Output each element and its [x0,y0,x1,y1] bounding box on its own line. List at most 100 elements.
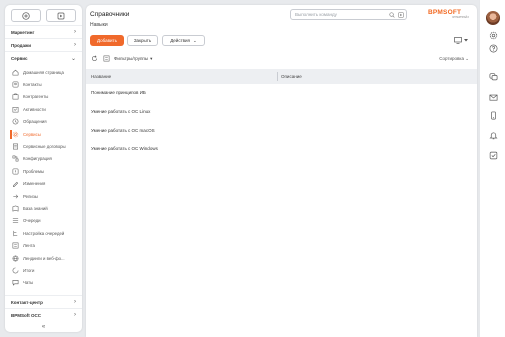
case-icon [11,118,19,126]
sidebar-item-contacts[interactable]: Контакты [5,78,82,90]
sidebar-item-activities[interactable]: Активности [5,103,82,115]
caret-down-icon: ▾ [150,55,153,61]
sidebar-item-landings[interactable]: Лендинги и веб-фо... [5,252,82,264]
sidebar-item-label: Изменения [23,181,46,187]
collapse-sidebar-icon[interactable]: « [5,324,82,330]
sidebar-item-label: Домашняя страница [23,69,64,75]
help-icon[interactable] [488,43,498,53]
config-icon [11,155,19,163]
sidebar-item-knowledge-base[interactable]: База знаний [5,202,82,214]
sidebar-item-releases[interactable]: Релизы [5,190,82,202]
knowledge-icon [11,204,19,212]
sidebar-item-label: Релизы [23,193,38,199]
notification-bell-icon[interactable] [488,130,498,140]
chat-icon [11,279,19,287]
column-header-name[interactable]: Название [91,74,111,79]
sidebar-group-label: Контакт-центр [11,299,43,305]
refresh-icon[interactable] [90,55,98,63]
list-toolbar: Фильтры/группы ▾ Сортировка ⌄ [90,53,473,64]
communication-icon[interactable] [488,71,498,81]
chevron-down-icon: ⌄ [70,55,76,62]
logo-edition: ЭНТЕРПРАЙЗ [452,16,469,19]
search-icon[interactable] [388,11,395,18]
table-row[interactable]: Умение работать с ОС Linux [91,109,150,114]
sidebar-item-services[interactable]: Сервисы [5,128,82,140]
sidebar-item-dashboards[interactable]: Итоги [5,264,82,276]
sidebar-group-label: Сервис [11,55,28,61]
sidebar-item-label: Конфигурация [23,156,52,162]
contract-icon [11,143,19,151]
right-rail [479,0,505,337]
monitor-icon [454,37,462,44]
avatar[interactable] [486,11,500,25]
phone-icon[interactable] [488,110,498,120]
actions-dropdown[interactable]: Действия ⌄ [162,35,205,46]
sidebar-item-label: Сервисы [23,131,41,137]
chevron-down-icon: ⌄ [465,55,469,61]
sidebar-group-contact-center[interactable]: Контакт-центр › [5,295,82,308]
close-button[interactable]: Закрыть [127,35,158,46]
sorting-button[interactable]: Сортировка ⌄ [439,56,469,62]
sidebar-item-label: Лендинги и веб-фо... [23,255,65,261]
sidebar-item-accounts[interactable]: Контрагенты [5,91,82,103]
sidebar-top-buttons [5,5,82,25]
sidebar-group-label: Продажи [11,42,31,48]
gear-icon[interactable] [488,30,498,40]
sidebar-group-sales[interactable]: Продажи › [5,38,82,51]
table-header: Название Описание [86,69,477,84]
run-command-icon[interactable] [397,11,404,18]
problem-icon [11,167,19,175]
add-button-icon[interactable] [11,9,42,22]
main-panel: Справочники Навыки Выполнить команду BPM… [86,5,477,337]
column-header-description[interactable]: Описание [281,74,302,79]
sidebar-group-service[interactable]: Сервис ⌄ [5,51,82,64]
chevron-right-icon: › [74,312,76,318]
sidebar-item-label: Обращения [23,119,47,125]
email-icon[interactable] [488,92,498,102]
add-button[interactable]: Добавить [90,35,124,46]
run-process-icon[interactable] [45,9,76,22]
chevron-right-icon: › [74,299,76,305]
activity-icon [11,105,19,113]
view-options-button[interactable] [452,35,470,46]
sidebar-item-label: Очереди [23,218,41,224]
sidebar: Маркетинг › Продажи › Сервис ⌄ Домашняя стр… [5,5,82,332]
sidebar-item-queues[interactable]: Очереди [5,215,82,227]
sidebar-item-queue-settings[interactable]: Настройка очередей [5,227,82,239]
sidebar-item-label: Контакты [23,82,42,88]
sidebar-item-label: Чаты [23,280,34,286]
sidebar-group-marketing[interactable]: Маркетинг › [5,25,82,38]
sidebar-item-changes[interactable]: Изменения [5,178,82,190]
page-title: Справочники [90,11,130,18]
page-subtitle: Навыки [90,22,108,28]
sidebar-item-configuration[interactable]: Конфигурация [5,153,82,165]
sidebar-item-service-contracts[interactable]: Сервисные договоры [5,140,82,152]
column-divider[interactable] [277,72,278,81]
table-row[interactable]: Умение работать с ОС Windows [91,146,158,151]
accounts-icon [11,93,19,101]
sidebar-item-cases[interactable]: Обращения [5,116,82,128]
sidebar-item-label: Проблемы [23,168,45,174]
chevron-down-icon: ⌄ [192,37,197,43]
sidebar-item-label: Сервисные договоры [23,144,66,150]
caret-down-icon [464,39,468,42]
sidebar-item-feed[interactable]: Лента [5,239,82,251]
sidebar-item-home[interactable]: Домашняя страница [5,66,82,78]
filters-label: Фильтры/группы [114,56,149,61]
tasks-icon[interactable] [488,150,498,160]
chevron-right-icon: › [74,42,76,48]
table-row[interactable]: Понимание принципов ИБ [91,90,146,95]
command-placeholder: Выполнить команду [295,12,337,17]
filters-button[interactable]: Фильтры/группы ▾ [102,55,152,63]
command-input[interactable]: Выполнить команду [290,9,407,20]
sidebar-item-chats[interactable]: Чаты [5,277,82,289]
actions-label: Действия [170,38,190,43]
sidebar-item-label: Настройка очередей [23,230,65,236]
sidebar-group-bpmsoft-oss[interactable]: BPMSoft ОСС › [5,308,82,321]
queue-icon [11,217,19,225]
sidebar-item-label: База знаний [23,205,48,211]
sidebar-item-problems[interactable]: Проблемы [5,165,82,177]
sidebar-group-label: BPMSoft ОСС [11,312,41,318]
sidebar-group-label: Маркетинг [11,29,35,35]
table-row[interactable]: Умение работать с ОС macOS [91,128,155,133]
